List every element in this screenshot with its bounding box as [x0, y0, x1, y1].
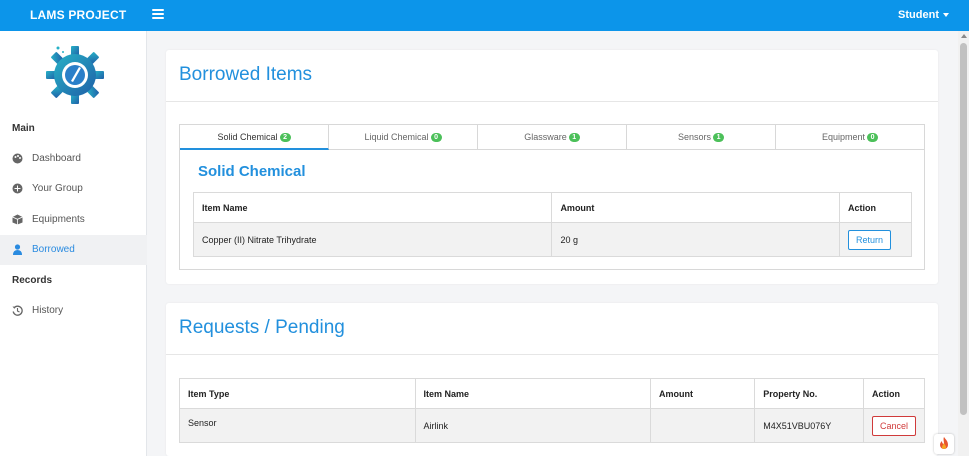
user-name: Student	[898, 9, 939, 21]
scroll-up-arrow-icon[interactable]	[961, 34, 967, 38]
item-name-cell: Copper (II) Nitrate Trihydrate	[192, 222, 553, 257]
tab-label: Solid Chemical	[217, 132, 278, 142]
table-header-row: Item Name Amount Action	[192, 192, 912, 223]
return-button[interactable]: Return	[848, 229, 892, 250]
plus-circle-icon	[12, 183, 23, 194]
sidebar-item-borrowed[interactable]: Borrowed	[0, 235, 147, 265]
divider	[166, 101, 938, 102]
section-title-solid-chemical: Solid Chemical	[198, 163, 306, 180]
section-records-label: Records	[12, 275, 53, 286]
user-dropdown[interactable]: Student	[898, 9, 949, 21]
item-type-cell: Sensor	[179, 408, 416, 443]
floating-flame-button[interactable]	[934, 434, 954, 454]
scrollbar-thumb[interactable]	[960, 43, 967, 415]
sidebar-item-label: Dashboard	[32, 153, 81, 164]
table-header-row: Item Type Item Name Amount Property No. …	[179, 378, 926, 409]
sidebar-item-label: Borrowed	[32, 244, 75, 255]
cancel-button[interactable]: Cancel	[871, 415, 916, 436]
column-header: Item Name	[414, 378, 651, 409]
section-main-label: Main	[12, 123, 35, 134]
column-header: Action	[862, 378, 926, 409]
count-badge: 0	[867, 133, 879, 143]
property-no-cell: M4X51VBU076Y	[754, 408, 864, 443]
tab-equipment[interactable]: Equipment 0	[776, 125, 924, 150]
tab-label: Liquid Chemical	[364, 132, 429, 142]
flame-icon	[940, 437, 948, 449]
sidebar-item-dashboard[interactable]: Dashboard	[0, 144, 147, 174]
caret-down-icon	[943, 13, 949, 18]
hamburger-menu-icon[interactable]	[152, 9, 164, 19]
sidebar-item-label: Equipments	[32, 214, 85, 225]
borrowed-items-card: Borrowed Items Solid Chemical 2 Liquid Ch…	[166, 50, 938, 284]
cube-icon	[12, 214, 23, 225]
tab-glassware[interactable]: Glassware 1	[478, 125, 627, 150]
borrowed-tabs-panel: Solid Chemical 2 Liquid Chemical 0 Glasswa…	[179, 124, 925, 270]
history-icon	[12, 305, 23, 316]
item-name-cell: Airlink	[414, 408, 651, 443]
column-header: Item Name	[192, 192, 553, 223]
user-icon	[13, 244, 22, 255]
gear-flask-logo-icon	[46, 46, 104, 104]
tab-liquid-chemical[interactable]: Liquid Chemical 0	[329, 125, 478, 150]
tab-label: Glassware	[524, 132, 567, 142]
table-row: Sensor Airlink M4X51VBU076Y Cancel	[179, 408, 926, 443]
table-row: Copper (II) Nitrate Trihydrate 20 g Retu…	[192, 222, 912, 257]
count-badge: 1	[568, 133, 580, 143]
action-cell: Return	[839, 222, 912, 257]
brand-title[interactable]: LAMS PROJECT	[30, 8, 126, 22]
column-header: Item Type	[179, 378, 416, 409]
palette-icon	[12, 153, 23, 164]
sidebar-item-history[interactable]: History	[0, 296, 147, 326]
top-navbar: LAMS PROJECT Student	[0, 0, 969, 31]
column-header: Action	[839, 192, 912, 223]
sidebar-item-label: Your Group	[32, 183, 83, 194]
sidebar-item-your-group[interactable]: Your Group	[0, 174, 147, 204]
count-badge: 2	[279, 133, 291, 143]
count-badge: 1	[713, 133, 725, 143]
borrowed-table: Item Name Amount Action Copper (II) Nitr…	[192, 192, 912, 257]
page-scrollbar[interactable]	[958, 31, 969, 456]
column-header: Amount	[551, 192, 840, 223]
column-header: Amount	[649, 378, 756, 409]
borrowed-items-title: Borrowed Items	[179, 64, 313, 85]
sidebar-item-equipments[interactable]: Equipments	[0, 205, 147, 235]
divider	[166, 354, 938, 355]
requests-pending-title: Requests / Pending	[179, 317, 345, 338]
amount-cell	[649, 408, 756, 443]
action-cell: Cancel	[862, 408, 926, 443]
column-header: Property No.	[754, 378, 864, 409]
tab-label: Equipment	[821, 132, 866, 142]
tab-solid-chemical[interactable]: Solid Chemical 2	[180, 125, 329, 150]
amount-cell: 20 g	[551, 222, 840, 257]
requests-pending-card: Requests / Pending Item Type Item Name A…	[166, 303, 938, 456]
tab-label: Sensors	[677, 132, 712, 142]
sidebar: Main Dashboard Your Group Equipments Bor…	[0, 31, 147, 456]
requests-table: Item Type Item Name Amount Property No. …	[179, 378, 926, 443]
sidebar-item-label: History	[32, 305, 64, 316]
tab-sensors[interactable]: Sensors 1	[627, 125, 776, 150]
count-badge: 0	[430, 133, 442, 143]
